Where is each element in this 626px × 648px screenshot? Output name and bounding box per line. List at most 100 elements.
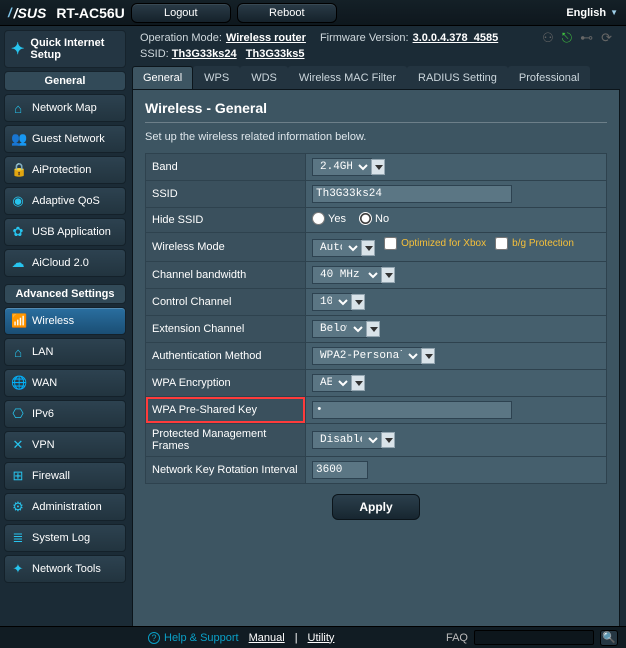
ssid-link-24[interactable]: Th3G33ks24 [172, 48, 237, 60]
qis-label: Quick Internet Setup [30, 37, 119, 61]
pmf-select[interactable]: Disable [312, 431, 382, 449]
sidebar-item-vpn[interactable]: ✕VPN [4, 431, 126, 459]
logout-button[interactable]: Logout [131, 3, 231, 23]
wireless-general-panel: Wireless - General Set up the wireless r… [132, 90, 620, 630]
quick-internet-setup[interactable]: ✦ Quick Internet Setup [4, 30, 126, 68]
wpa-encryption-select[interactable]: AES [312, 374, 352, 392]
label-pmf: Protected Management Frames [146, 424, 306, 457]
key-rotation-input[interactable] [312, 461, 368, 479]
top-bar: / /SUS RT-AC56U Logout Reboot English ▼ [0, 0, 626, 26]
reboot-button[interactable]: Reboot [237, 3, 337, 23]
sidebar-item-system-log[interactable]: ≣System Log [4, 524, 126, 552]
chevron-down-icon [381, 267, 395, 283]
channel-bw-select[interactable]: 40 MHz [312, 266, 382, 284]
lock-icon: 🔒 [11, 162, 25, 178]
row-band: Band 2.4GHz [146, 154, 607, 181]
sidebar-item-adaptive-qos[interactable]: ◉Adaptive QoS [4, 187, 126, 215]
brand-text: /SUS [14, 5, 47, 21]
wpa-psk-input[interactable] [312, 401, 512, 419]
ssid-input[interactable] [312, 185, 512, 203]
faq-search-input[interactable] [474, 630, 594, 645]
language-label: English [566, 7, 606, 19]
language-selector[interactable]: English ▼ [566, 7, 618, 19]
tab-radius[interactable]: RADIUS Setting [407, 66, 508, 89]
sidebar-item-wan[interactable]: 🌐WAN [4, 369, 126, 397]
tab-wds[interactable]: WDS [240, 66, 288, 89]
sidebar-item-guest-network[interactable]: 👥Guest Network [4, 125, 126, 153]
sidebar-item-firewall[interactable]: ⊞ Firewall [4, 462, 126, 490]
sidebar-item-label: Firewall [32, 470, 70, 482]
utility-link[interactable]: Utility [308, 632, 335, 644]
label-channel-bw: Channel bandwidth [146, 262, 306, 289]
chevron-down-icon: ▼ [610, 8, 618, 17]
sidebar-item-label: Network Map [32, 102, 97, 114]
hide-ssid-no[interactable]: No [359, 212, 389, 225]
panel-subtitle: Set up the wireless related information … [145, 131, 607, 143]
sidebar-item-aicloud[interactable]: ☁AiCloud 2.0 [4, 249, 126, 277]
home-icon: ⌂ [11, 345, 25, 360]
network-status-icon[interactable]: ⎋ [562, 30, 572, 46]
tab-professional[interactable]: Professional [508, 66, 591, 89]
sidebar-item-label: VPN [32, 439, 55, 451]
manual-link[interactable]: Manual [249, 632, 285, 644]
sidebar-item-network-tools[interactable]: ✦Network Tools [4, 555, 126, 583]
help-icon: ? [148, 632, 160, 644]
fw-link[interactable]: 3.0.0.4.378_4585 [413, 32, 499, 44]
ext-channel-select[interactable]: Below [312, 320, 367, 338]
row-wpa-encryption: WPA Encryption AES [146, 370, 607, 397]
hide-ssid-yes[interactable]: Yes [312, 212, 346, 225]
footer: ?Help & Support Manual | Utility FAQ 🔍 [0, 626, 626, 648]
apply-button[interactable]: Apply [332, 494, 419, 520]
label-wpa-encryption: WPA Encryption [146, 370, 306, 397]
refresh-icon[interactable]: ⟳ [601, 30, 612, 46]
logo-slashes: / [8, 5, 10, 20]
auth-method-select[interactable]: WPA2-Personal [312, 347, 422, 365]
chevron-down-icon [361, 240, 375, 256]
model-label: RT-AC56U [56, 5, 124, 21]
op-mode-label: Operation Mode: [140, 32, 222, 44]
tab-bar: General WPS WDS Wireless MAC Filter RADI… [132, 66, 620, 90]
sidebar-item-label: Guest Network [32, 133, 105, 145]
row-wpa-psk: WPA Pre-Shared Key [146, 397, 607, 424]
label-control-channel: Control Channel [146, 289, 306, 316]
wireless-mode-select[interactable]: Auto [312, 239, 362, 257]
op-mode-link[interactable]: Wireless router [226, 32, 306, 44]
tab-general[interactable]: General [132, 66, 193, 89]
bg-protection-checkbox[interactable]: b/g Protection [495, 237, 574, 250]
sidebar-item-lan[interactable]: ⌂LAN [4, 338, 126, 366]
chevron-down-icon [351, 375, 365, 391]
tab-wps[interactable]: WPS [193, 66, 240, 89]
sidebar-item-aiprotection[interactable]: 🔒AiProtection [4, 156, 126, 184]
fw-label: Firmware Version: [320, 32, 409, 44]
band-select[interactable]: 2.4GHz [312, 158, 372, 176]
chevron-down-icon [351, 294, 365, 310]
log-icon: ≣ [11, 530, 25, 546]
sidebar-item-network-map[interactable]: ⌂Network Map [4, 94, 126, 122]
tools-icon: ✦ [11, 561, 25, 577]
sidebar-item-administration[interactable]: ⚙Administration [4, 493, 126, 521]
sidebar-item-ipv6[interactable]: ⎔IPv6 [4, 400, 126, 428]
users-icon[interactable]: ⚇ [542, 30, 554, 46]
sidebar-item-label: USB Application [32, 226, 111, 238]
search-icon[interactable]: 🔍 [600, 630, 618, 646]
brand-logo: / /SUS [8, 5, 46, 21]
help-support-link[interactable]: ?Help & Support [148, 632, 239, 644]
label-band: Band [146, 154, 306, 181]
firewall-icon: ⊞ [11, 468, 25, 484]
row-key-rotation: Network Key Rotation Interval [146, 457, 607, 484]
row-pmf: Protected Management Frames Disable [146, 424, 607, 457]
sidebar-item-wireless[interactable]: 📶Wireless [4, 307, 126, 335]
sidebar-item-usb-application[interactable]: ✿USB Application [4, 218, 126, 246]
ssid-link-5[interactable]: Th3G33ks5 [246, 48, 305, 60]
control-channel-select[interactable]: 10 [312, 293, 352, 311]
sidebar: ✦ Quick Internet Setup General ⌂Network … [0, 64, 130, 630]
label-wpa-psk: WPA Pre-Shared Key [146, 397, 306, 424]
sidebar-item-label: AiCloud 2.0 [32, 257, 89, 269]
xbox-checkbox[interactable]: Optimized for Xbox [384, 237, 486, 250]
section-general: General [4, 71, 126, 91]
tab-mac-filter[interactable]: Wireless MAC Filter [288, 66, 407, 89]
label-wireless-mode: Wireless Mode [146, 233, 306, 262]
row-channel-bw: Channel bandwidth 40 MHz [146, 262, 607, 289]
usb-icon[interactable]: ⊷ [580, 30, 593, 46]
label-ssid: SSID [146, 181, 306, 208]
